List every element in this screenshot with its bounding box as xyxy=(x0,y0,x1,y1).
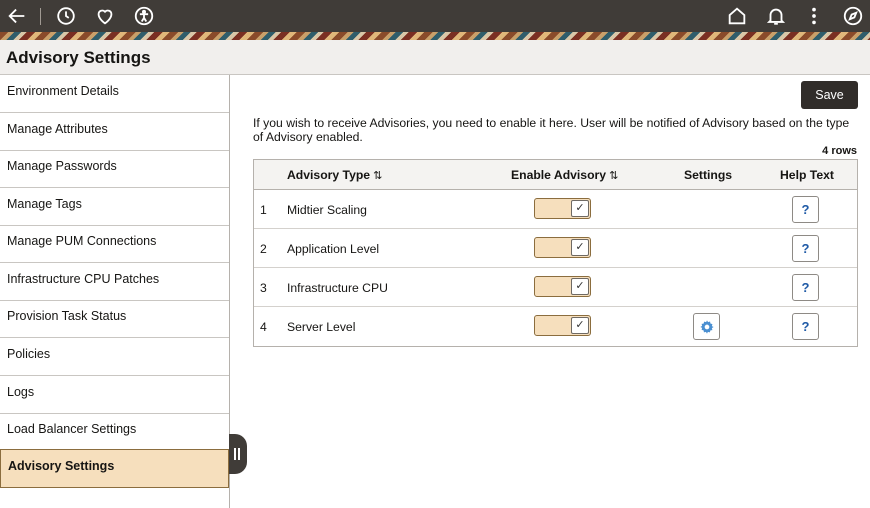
advisory-type: Midtier Scaling xyxy=(287,203,367,217)
favorites-heart-icon[interactable] xyxy=(94,5,116,27)
enable-advisory-toggle[interactable]: ✓ xyxy=(534,276,591,297)
table-row: 4 Server Level ✓ ? xyxy=(254,307,857,346)
checkmark-icon: ✓ xyxy=(571,278,589,295)
navigator-compass-icon[interactable] xyxy=(842,5,864,27)
enable-advisory-toggle[interactable]: ✓ xyxy=(534,237,591,258)
sidebar-item-manage-passwords[interactable]: Manage Passwords xyxy=(0,150,229,188)
sidebar-item-manage-tags[interactable]: Manage Tags xyxy=(0,188,229,226)
help-button[interactable]: ? xyxy=(792,235,819,262)
checkmark-icon: ✓ xyxy=(571,200,589,217)
sidebar-collapse-handle[interactable] xyxy=(229,434,247,474)
checkmark-icon: ✓ xyxy=(571,317,589,334)
home-icon[interactable] xyxy=(726,5,748,27)
enable-advisory-toggle[interactable]: ✓ xyxy=(534,315,591,336)
row-number: 2 xyxy=(260,242,267,256)
drag-handle-icon xyxy=(234,448,240,460)
sidebar-item-load-balancer-settings[interactable]: Load Balancer Settings xyxy=(0,413,229,451)
gear-icon xyxy=(700,320,714,334)
sidebar-item-policies[interactable]: Policies xyxy=(0,338,229,376)
sidebar-item-manage-attributes[interactable]: Manage Attributes xyxy=(0,113,229,151)
row-number: 3 xyxy=(260,281,267,295)
row-number: 1 xyxy=(260,203,267,217)
info-message: If you wish to receive Advisories, you n… xyxy=(253,116,850,144)
accessibility-icon[interactable] xyxy=(133,5,155,27)
sort-icon[interactable]: ⇅ xyxy=(609,170,618,182)
column-header-enable-advisory[interactable]: Enable Advisory ⇅ xyxy=(511,168,618,182)
sidebar-item-provision-task-status[interactable]: Provision Task Status xyxy=(0,300,229,338)
grid-header: Advisory Type ⇅ Enable Advisory ⇅ Settings… xyxy=(254,160,857,190)
table-row: 3 Infrastructure CPU ✓ ? xyxy=(254,268,857,307)
sidebar-item-environment-details[interactable]: Environment Details xyxy=(0,75,229,113)
advisory-type: Application Level xyxy=(287,242,380,256)
enable-advisory-toggle[interactable]: ✓ xyxy=(534,198,591,219)
row-number: 4 xyxy=(260,320,267,334)
advisory-grid: Advisory Type ⇅ Enable Advisory ⇅ Settings… xyxy=(253,159,858,347)
advisory-type: Server Level xyxy=(287,320,356,334)
settings-button[interactable] xyxy=(693,313,720,340)
sidebar-item-logs[interactable]: Logs xyxy=(0,376,229,414)
toolbar-divider xyxy=(40,8,41,25)
recent-history-icon[interactable] xyxy=(55,5,77,27)
help-button[interactable]: ? xyxy=(792,274,819,301)
banner-pattern xyxy=(0,32,870,40)
top-banner xyxy=(0,0,870,40)
advisory-type: Infrastructure CPU xyxy=(287,281,388,295)
save-button[interactable]: Save xyxy=(801,81,858,109)
row-count: 4 rows xyxy=(822,145,857,157)
sidebar-nav: Environment Details Manage Attributes Ma… xyxy=(0,75,230,508)
table-row: 2 Application Level ✓ ? xyxy=(254,229,857,268)
actions-menu-icon[interactable] xyxy=(803,5,825,27)
notifications-bell-icon[interactable] xyxy=(765,5,787,27)
column-header-advisory-type[interactable]: Advisory Type ⇅ xyxy=(287,168,382,182)
table-row: 1 Midtier Scaling ✓ ? xyxy=(254,190,857,229)
page-title: Advisory Settings xyxy=(6,48,151,67)
column-header-settings: Settings xyxy=(684,168,733,182)
sidebar-item-infrastructure-cpu-patches[interactable]: Infrastructure CPU Patches xyxy=(0,263,229,301)
column-header-help-text: Help Text xyxy=(780,168,834,182)
checkmark-icon: ✓ xyxy=(571,239,589,256)
help-button[interactable]: ? xyxy=(792,196,819,223)
sidebar-item-advisory-settings[interactable]: Advisory Settings xyxy=(0,449,229,488)
help-button[interactable]: ? xyxy=(792,313,819,340)
back-arrow-icon[interactable] xyxy=(6,5,28,27)
sort-icon[interactable]: ⇅ xyxy=(373,170,382,182)
sidebar-item-manage-pum-connections[interactable]: Manage PUM Connections xyxy=(0,225,229,263)
page-header: Advisory Settings xyxy=(0,40,870,75)
